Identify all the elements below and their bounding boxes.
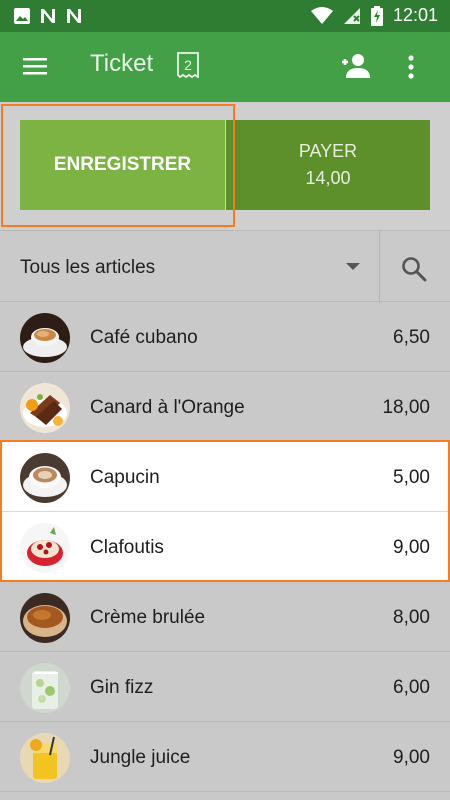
n-notification-icon	[67, 9, 81, 23]
dropdown-arrow-icon[interactable]	[346, 263, 360, 271]
menu-icon[interactable]	[22, 54, 48, 78]
item-name: Crème brulée	[90, 607, 206, 628]
item-price: 8,00	[393, 607, 430, 628]
divider	[379, 231, 380, 303]
page-title: Ticket	[90, 50, 154, 77]
pay-button[interactable]: PAYER 14,00	[226, 120, 430, 210]
list-item[interactable]: Jungle juice 9,00	[0, 722, 450, 792]
search-icon[interactable]	[400, 255, 428, 283]
creme-brulee-image	[20, 593, 70, 643]
item-price: 6,00	[393, 677, 430, 698]
save-button-label: ENREGISTRER	[53, 154, 192, 175]
item-price: 9,00	[393, 747, 430, 768]
item-list: Café cubano 6,50 Canard à l'Orange 18,00…	[0, 302, 450, 792]
list-item[interactable]: Café cubano 6,50	[0, 302, 450, 372]
system-icons: 12:01	[310, 5, 438, 26]
add-customer-icon[interactable]	[339, 52, 371, 80]
clafoutis-image	[20, 523, 70, 573]
ticket-actions: ENREGISTRER PAYER 14,00	[0, 102, 450, 230]
notification-icons	[14, 8, 82, 24]
category-select[interactable]: Tous les articles	[20, 257, 155, 279]
app-bar: Ticket 2	[0, 32, 450, 102]
clock: 12:01	[392, 5, 438, 25]
signal-icon	[343, 7, 360, 24]
wifi-icon	[310, 6, 333, 24]
item-price: 18,00	[382, 397, 430, 418]
status-bar: 12:01	[0, 0, 450, 32]
battery-charging-icon	[370, 5, 383, 26]
canard-orange-image	[20, 383, 70, 433]
ticket-count: 2	[184, 57, 192, 73]
item-name: Canard à l'Orange	[90, 397, 245, 418]
list-item[interactable]: Crème brulée 8,00	[0, 582, 450, 652]
jungle-juice-image	[20, 733, 70, 783]
list-item[interactable]: Clafoutis 9,00	[0, 512, 450, 582]
item-price: 9,00	[393, 537, 430, 558]
category-filter-bar: Tous les articles	[0, 230, 450, 303]
list-item[interactable]: Canard à l'Orange 18,00	[0, 372, 450, 442]
item-price: 5,00	[393, 467, 430, 488]
gin-fizz-image	[20, 663, 70, 713]
pay-button-label: PAYER	[298, 141, 358, 161]
pay-amount: 14,00	[305, 168, 351, 188]
n-notification-icon	[41, 9, 55, 23]
item-name: Gin fizz	[90, 677, 154, 698]
item-name: Capucin	[90, 467, 160, 488]
cafe-cubano-image	[20, 313, 70, 363]
item-name: Café cubano	[90, 327, 198, 348]
item-name: Clafoutis	[90, 537, 164, 558]
more-options-icon[interactable]	[405, 53, 417, 81]
list-item[interactable]: Capucin 5,00	[0, 442, 450, 512]
ticket-count-icon[interactable]: 2	[176, 52, 200, 78]
image-notification-icon	[14, 8, 30, 24]
capucin-image	[20, 453, 70, 503]
save-button[interactable]: ENREGISTRER	[20, 120, 225, 210]
item-name: Jungle juice	[90, 747, 191, 768]
item-price: 6,50	[393, 327, 430, 348]
list-item[interactable]: Gin fizz 6,00	[0, 652, 450, 722]
